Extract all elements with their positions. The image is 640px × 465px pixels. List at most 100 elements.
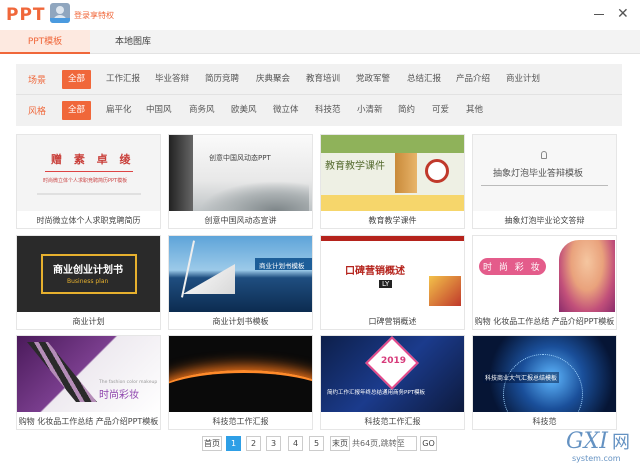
thumb-title: 教育教学课件 (325, 161, 385, 172)
watermark-logo: GXI 网 system.com (562, 422, 640, 465)
thumb-title: 时尚彩妆 (99, 390, 139, 401)
template-title: 抽象灯泡毕业论文答辩 (504, 216, 585, 225)
template-card[interactable]: 教育教学课件 教育教学课件 (320, 134, 465, 229)
thumb-title: 科技商业大气汇报总结模板 (483, 372, 560, 383)
thumb-subtitle: Business plan (67, 278, 109, 285)
template-card[interactable]: 赠 素 卓 绫 时尚微立体个人求职竞聘简历PPT模板 时尚微立体个人求职竞聘简历 (16, 134, 161, 229)
svg-text:网: 网 (612, 432, 630, 453)
filter-panel: 场景 全部 工作汇报 毕业答辩 简历竞聘 庆典聚会 教育培训 党政军警 总结汇报… (16, 64, 622, 126)
template-title: 口碑营销概述 (368, 317, 417, 326)
template-card[interactable]: 科技商业大气汇报总结模板 科技范 (472, 335, 617, 430)
scene-work-report[interactable]: 工作汇报 (106, 70, 140, 89)
template-title: 创意中国风动态宣讲 (204, 216, 277, 225)
scene-education[interactable]: 教育培训 (306, 70, 340, 89)
template-thumbnail: 抽象灯泡毕业答辩模板 (473, 135, 616, 211)
thumb-subtitle: LY (379, 280, 393, 288)
template-card[interactable]: 口碑营销概述 LY 口碑营销概述 (320, 235, 465, 330)
minimize-icon[interactable] (594, 14, 604, 15)
template-title: 科技范工作汇报 (364, 417, 421, 426)
template-title: 商业计划书模板 (212, 317, 269, 326)
thumb-title: 商业创业计划书 (53, 265, 123, 276)
template-thumbnail: 赠 素 卓 绫 时尚微立体个人求职竞聘简历PPT模板 (17, 135, 160, 211)
style-western[interactable]: 欧美风 (231, 101, 257, 120)
style-filter-row: 风格 全部 扁平化 中国风 商务风 欧美风 微立体 科技范 小清新 简约 可爱 … (16, 95, 622, 126)
template-thumbnail: 时 尚 彩 妆 (473, 236, 616, 312)
template-card[interactable]: 时尚彩妆 The fashion color makeup 购物 化妆品工作总结… (16, 335, 161, 430)
go-button[interactable]: GO (420, 436, 437, 451)
template-thumbnail: 商业创业计划书 Business plan (17, 236, 160, 312)
template-card[interactable]: 商业创业计划书 Business plan 商业计划 (16, 235, 161, 330)
first-page-button[interactable]: 首页 (202, 436, 222, 451)
scene-summary[interactable]: 总结汇报 (407, 70, 441, 89)
template-title: 科技范工作汇报 (212, 417, 269, 426)
style-flat[interactable]: 扁平化 (106, 101, 132, 120)
title-bar: PPT 登录享特权 ✕ (0, 0, 640, 30)
template-title: 购物 化妆品工作总结 产品介绍PPT模板 (474, 317, 615, 326)
template-title: 时尚微立体个人求职竞聘简历 (36, 216, 141, 225)
thumb-title: 口碑营销概述 (345, 266, 405, 277)
tab-ppt-templates[interactable]: PPT模板 (0, 30, 90, 54)
template-card[interactable]: 创意中国风动态PPT 创意中国风动态宣讲 (168, 134, 313, 229)
page-button-1[interactable]: 1 (226, 436, 241, 451)
template-title: 购物 化妆品工作总结 产品介绍PPT模板 (18, 417, 159, 426)
thumb-title: 简约工作汇报年终总结通用商务PPT模板 (327, 390, 425, 396)
style-tech[interactable]: 科技范 (315, 101, 341, 120)
template-thumbnail: 创意中国风动态PPT (169, 135, 312, 211)
template-thumbnail: 教育教学课件 (321, 135, 464, 211)
thumb-title: 时 尚 彩 妆 (479, 258, 546, 275)
pagination: 首页 1 2 3 4 5 末页 共64页,跳转至 GO (0, 436, 640, 452)
thumb-title: 商业计划书模板 (259, 262, 305, 270)
template-title: 商业计划 (72, 317, 105, 326)
style-cute[interactable]: 可爱 (432, 101, 449, 120)
template-thumbnail: 口碑营销概述 LY (321, 236, 464, 312)
login-link[interactable]: 登录享特权 (74, 10, 114, 21)
tab-local-gallery[interactable]: 本地图库 (90, 30, 176, 54)
scene-celebration[interactable]: 庆典聚会 (256, 70, 290, 89)
thumb-subtitle: 时尚微立体个人求职竞聘简历PPT模板 (43, 178, 128, 184)
scene-product[interactable]: 产品介绍 (456, 70, 490, 89)
page-button-3[interactable]: 3 (266, 436, 281, 451)
style-all[interactable]: 全部 (62, 101, 92, 120)
scene-all[interactable]: 全部 (62, 70, 92, 89)
scene-label: 场景 (28, 76, 47, 86)
scene-business-plan[interactable]: 商业计划 (506, 70, 540, 89)
style-business[interactable]: 商务风 (189, 101, 215, 120)
page-button-2[interactable]: 2 (246, 436, 261, 451)
thumb-title: 创意中国风动态PPT (209, 154, 271, 162)
template-thumbnail (169, 336, 312, 412)
template-thumbnail: 时尚彩妆 The fashion color makeup (17, 336, 160, 412)
style-label: 风格 (28, 107, 47, 117)
template-card[interactable]: 抽象灯泡毕业答辩模板 抽象灯泡毕业论文答辩 (472, 134, 617, 229)
scene-graduation[interactable]: 毕业答辩 (155, 70, 189, 89)
style-fresh[interactable]: 小清新 (357, 101, 383, 120)
style-other[interactable]: 其他 (466, 101, 483, 120)
page-button-5[interactable]: 5 (309, 436, 324, 451)
thumb-year: 2019 (381, 356, 407, 366)
scene-filter-row: 场景 全部 工作汇报 毕业答辩 简历竞聘 庆典聚会 教育培训 党政军警 总结汇报… (16, 64, 622, 95)
template-thumbnail: 科技商业大气汇报总结模板 (473, 336, 616, 412)
scene-resume[interactable]: 简历竞聘 (205, 70, 239, 89)
last-page-button[interactable]: 末页 (330, 436, 350, 451)
close-icon[interactable]: ✕ (617, 6, 629, 22)
page-button-4[interactable]: 4 (288, 436, 303, 451)
template-thumbnail: 2019 简约工作汇报年终总结通用商务PPT模板 (321, 336, 464, 412)
style-chinese[interactable]: 中国风 (146, 101, 172, 120)
style-3d[interactable]: 微立体 (273, 101, 299, 120)
template-card[interactable]: 科技范工作汇报 (168, 335, 313, 430)
thumb-subtitle: The fashion color makeup (99, 380, 158, 385)
thumb-title: 抽象灯泡毕业答辩模板 (493, 169, 584, 179)
svg-text:GXI: GXI (566, 429, 609, 454)
thumb-title: 赠 素 卓 绫 (51, 153, 135, 166)
tab-bar: PPT模板 本地图库 (0, 30, 640, 54)
scene-government[interactable]: 党政军警 (356, 70, 390, 89)
avatar[interactable] (50, 3, 70, 23)
template-card[interactable]: 时 尚 彩 妆 购物 化妆品工作总结 产品介绍PPT模板 (472, 235, 617, 330)
svg-text:system.com: system.com (572, 454, 621, 463)
template-thumbnail: 商业计划书模板 (169, 236, 312, 312)
jump-page-input[interactable] (397, 436, 417, 451)
style-simple[interactable]: 简约 (398, 101, 415, 120)
template-title: 教育教学课件 (368, 216, 417, 225)
template-card[interactable]: 商业计划书模板 商业计划书模板 (168, 235, 313, 330)
template-card[interactable]: 2019 简约工作汇报年终总结通用商务PPT模板 科技范工作汇报 (320, 335, 465, 430)
app-logo: PPT (6, 5, 46, 25)
